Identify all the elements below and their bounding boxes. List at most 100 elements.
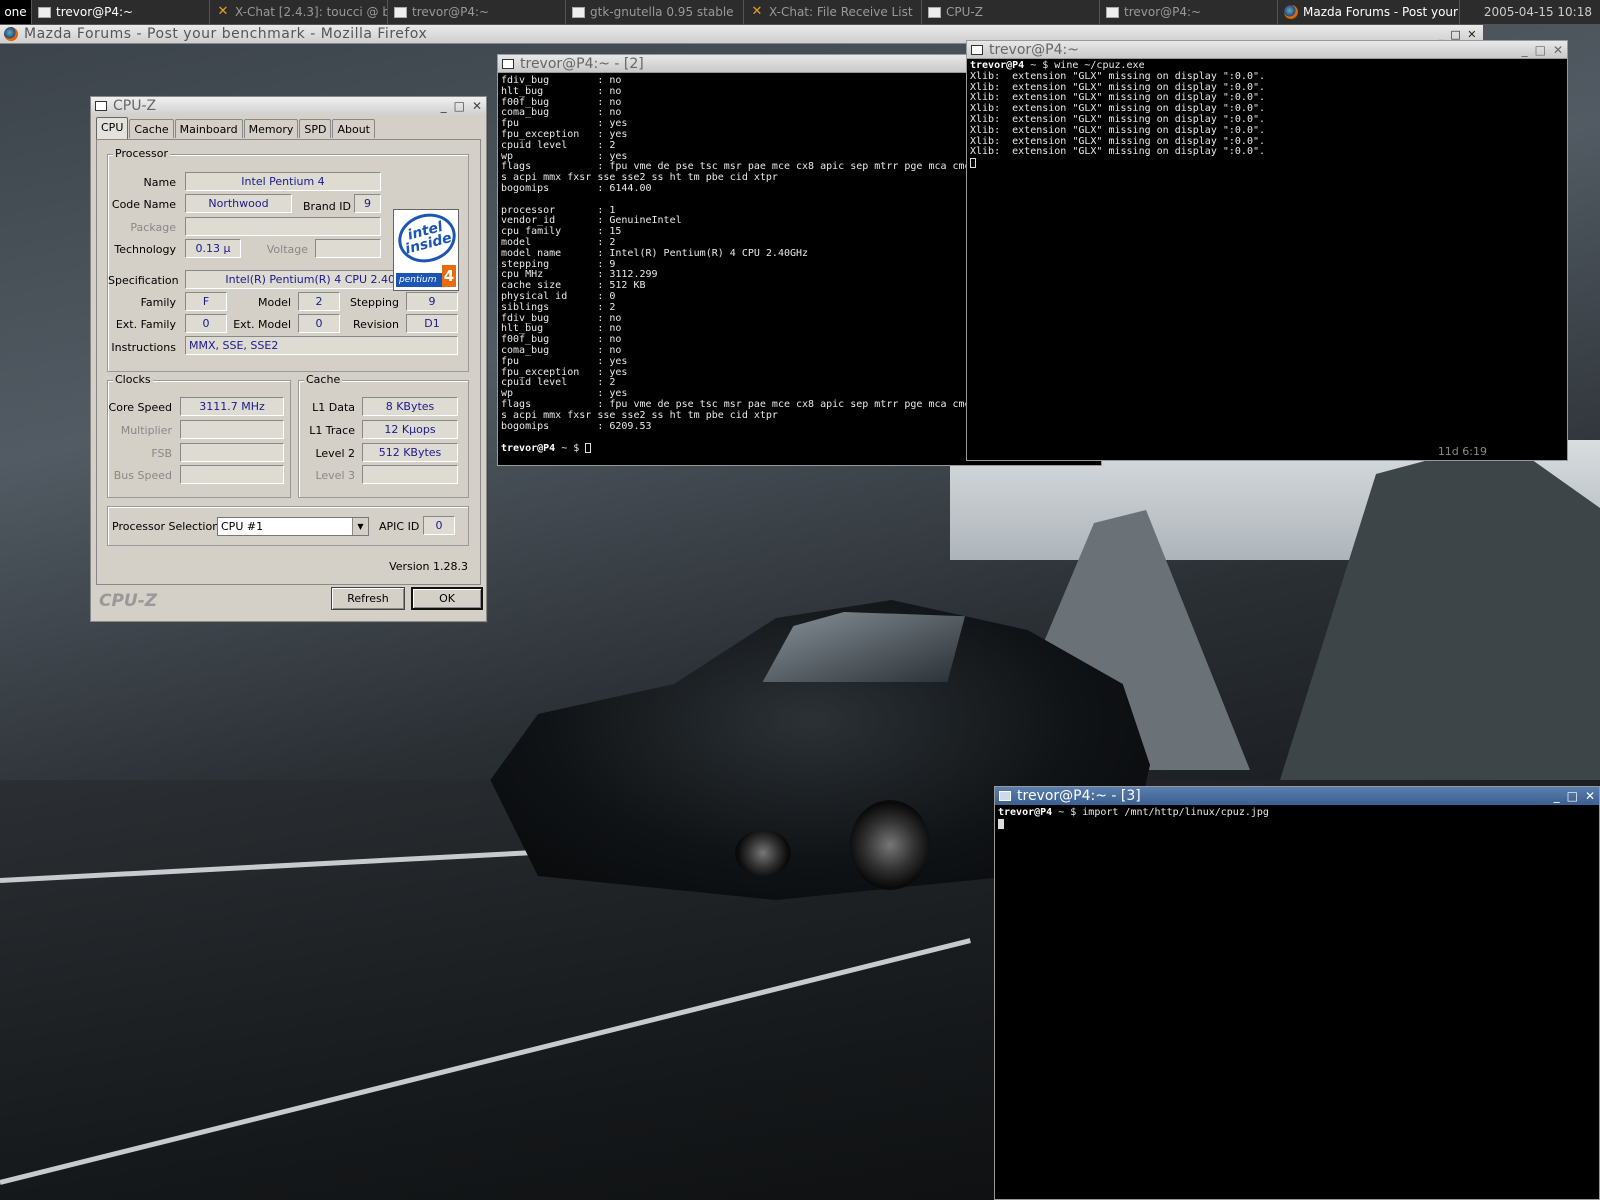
firefox-icon bbox=[4, 27, 18, 41]
terminal-3-output[interactable]: trevor@P4 ~ $ import /mnt/http/linux/cpu… bbox=[995, 805, 1599, 1199]
fsb-value bbox=[180, 443, 284, 462]
cpuz-tabs: CPU Cache Mainboard Memory SPD About bbox=[96, 117, 375, 139]
package-label: Package bbox=[130, 221, 176, 234]
taskbar: one trevor@P4:~ ✕ X-Chat [2.4.3]: toucci … bbox=[0, 0, 1600, 25]
task-firefox[interactable]: Mazda Forums - Post your bbox=[1278, 0, 1460, 24]
terminal-window-1[interactable]: trevor@P4:~ _ □ ✕ trevor@P4 ~ $ wine ~/cpu… bbox=[966, 40, 1568, 461]
cpuz-window[interactable]: CPU-Z _ □ ✕ CPU Cache Mainboard Memory SPD… bbox=[90, 96, 487, 622]
task-label: gtk-gnutella 0.95 stable bbox=[590, 5, 734, 19]
task-cpuz[interactable]: CPU-Z bbox=[922, 0, 1100, 24]
chevron-down-icon[interactable]: ▼ bbox=[352, 518, 368, 535]
cpuz-titlebar[interactable]: CPU-Z _ □ ✕ bbox=[91, 97, 486, 115]
maximize-button[interactable]: □ bbox=[1450, 28, 1461, 41]
text-cursor bbox=[585, 443, 592, 454]
minimize-button[interactable]: _ bbox=[441, 99, 447, 113]
tab-about[interactable]: About bbox=[332, 119, 375, 138]
maximize-button[interactable]: □ bbox=[454, 99, 465, 113]
terminal-1-titlebar[interactable]: trevor@P4:~ _ □ ✕ bbox=[967, 41, 1567, 59]
task-label: X-Chat: File Receive List bbox=[769, 5, 913, 19]
task-terminal-1[interactable]: trevor@P4:~ bbox=[32, 0, 210, 24]
maximize-button[interactable]: □ bbox=[1567, 789, 1578, 803]
terminal-line: Xlib: extension "GLX" missing on display… bbox=[970, 146, 1266, 158]
tab-spd[interactable]: SPD bbox=[299, 119, 332, 138]
l1-data-label: L1 Data bbox=[312, 401, 355, 414]
close-button[interactable]: ✕ bbox=[1553, 43, 1563, 57]
task-gtk-gnutella[interactable]: gtk-gnutella 0.95 stable bbox=[566, 0, 744, 24]
family-label: Family bbox=[140, 296, 176, 309]
processor-selection-group: Processor Selection CPU #1 ▼ APIC ID 0 bbox=[107, 506, 469, 546]
package-value bbox=[185, 217, 381, 236]
cpuz-brand: CPU-Z bbox=[99, 591, 158, 611]
task-xchat-files[interactable]: ✕ X-Chat: File Receive List bbox=[744, 0, 922, 24]
minimize-button[interactable]: _ bbox=[1522, 43, 1528, 57]
task-label: X-Chat [2.4.3]: toucci @ b bbox=[235, 5, 388, 19]
workspace-switcher[interactable]: one bbox=[0, 0, 32, 24]
minimize-button[interactable]: _ bbox=[1554, 789, 1560, 803]
extmodel-value: 0 bbox=[298, 314, 340, 333]
task-terminal-2[interactable]: trevor@P4:~ bbox=[388, 0, 566, 24]
task-terminal-3[interactable]: trevor@P4:~ bbox=[1100, 0, 1278, 24]
minimize-button[interactable]: _ bbox=[1438, 28, 1444, 41]
text-cursor bbox=[970, 158, 976, 169]
multiplier-label: Multiplier bbox=[120, 424, 172, 437]
prompt-user: trevor@P4 bbox=[970, 60, 1025, 71]
processor-selection-value: CPU #1 bbox=[221, 520, 264, 533]
maximize-button[interactable]: □ bbox=[1535, 43, 1546, 57]
cpu-tab-panel: Processor Name Intel Pentium 4 Code Name… bbox=[96, 139, 481, 585]
text-cursor bbox=[998, 818, 1004, 829]
window-icon bbox=[502, 58, 514, 69]
terminal-1-output[interactable]: trevor@P4 ~ $ wine ~/cpuz.exe Xlib: exten… bbox=[967, 59, 1567, 442]
refresh-button[interactable]: Refresh bbox=[331, 587, 405, 610]
fsb-label: FSB bbox=[151, 447, 172, 460]
close-button[interactable]: ✕ bbox=[472, 99, 482, 113]
prompt-command: ~ $ import /mnt/http/linux/cpuz.jpg bbox=[1052, 807, 1269, 818]
technology-label: Technology bbox=[114, 243, 176, 256]
task-label: Mazda Forums - Post your bbox=[1303, 5, 1458, 19]
bus-speed-label: Bus Speed bbox=[113, 469, 172, 482]
terminal-window-3[interactable]: trevor@P4:~ - [3] _ □ ✕ trevor@P4 ~ $ impo… bbox=[994, 786, 1600, 1200]
window-icon bbox=[928, 6, 941, 18]
logo-pentium-text: pentium bbox=[396, 273, 442, 287]
tab-cache[interactable]: Cache bbox=[129, 119, 174, 138]
close-button[interactable]: ✕ bbox=[1585, 789, 1595, 803]
terminal-1-title: trevor@P4:~ bbox=[989, 41, 1079, 58]
core-speed-value: 3111.7 MHz bbox=[180, 397, 284, 416]
extfamily-label: Ext. Family bbox=[115, 318, 176, 331]
tab-mainboard[interactable]: Mainboard bbox=[174, 119, 243, 138]
revision-value: D1 bbox=[406, 314, 458, 333]
terminal-2-title: trevor@P4:~ - [2] bbox=[520, 55, 644, 72]
processor-selection-label: Processor Selection bbox=[112, 520, 220, 533]
extfamily-value: 0 bbox=[185, 314, 227, 333]
l1-trace-value: 12 Kµops bbox=[362, 420, 458, 439]
model-value: 2 bbox=[298, 292, 340, 311]
task-label: trevor@P4:~ bbox=[1124, 5, 1202, 19]
codename-label: Code Name bbox=[111, 198, 176, 211]
tab-memory[interactable]: Memory bbox=[243, 119, 299, 138]
prompt-user: trevor@P4 bbox=[998, 807, 1053, 818]
task-xchat[interactable]: ✕ X-Chat [2.4.3]: toucci @ b bbox=[210, 0, 388, 24]
close-button[interactable]: ✕ bbox=[1467, 28, 1477, 41]
terminal-line: Xlib: extension "GLX" missing on display… bbox=[970, 70, 1266, 82]
tab-cpu[interactable]: CPU bbox=[96, 117, 129, 139]
prompt-command: ~ $ bbox=[555, 443, 586, 455]
window-icon bbox=[572, 6, 585, 18]
prompt-user: trevor@P4 bbox=[501, 443, 556, 455]
family-value: F bbox=[185, 292, 227, 311]
logo-four-text: 4 bbox=[442, 265, 456, 287]
clocks-group-title: Clocks bbox=[113, 373, 153, 386]
name-value: Intel Pentium 4 bbox=[185, 172, 381, 191]
ok-button[interactable]: OK bbox=[411, 587, 483, 610]
codename-value: Northwood bbox=[185, 194, 292, 213]
processor-selection-dropdown[interactable]: CPU #1 ▼ bbox=[217, 517, 369, 536]
cache-group: Cache L1 Data 8 KBytes L1 Trace 12 Kµops… bbox=[298, 373, 469, 498]
taskbar-clock: 2005-04-15 10:18 bbox=[1483, 5, 1592, 19]
brandid-label: Brand ID bbox=[303, 200, 351, 213]
window-icon bbox=[95, 101, 107, 111]
model-label: Model bbox=[257, 296, 291, 309]
terminal-3-titlebar[interactable]: trevor@P4:~ - [3] _ □ ✕ bbox=[995, 787, 1599, 805]
specification-label: Specification bbox=[108, 274, 179, 287]
brandid-value: 9 bbox=[354, 194, 381, 213]
task-label: CPU-Z bbox=[946, 5, 983, 19]
stepping-value: 9 bbox=[406, 292, 458, 311]
terminal-icon bbox=[1106, 6, 1119, 18]
